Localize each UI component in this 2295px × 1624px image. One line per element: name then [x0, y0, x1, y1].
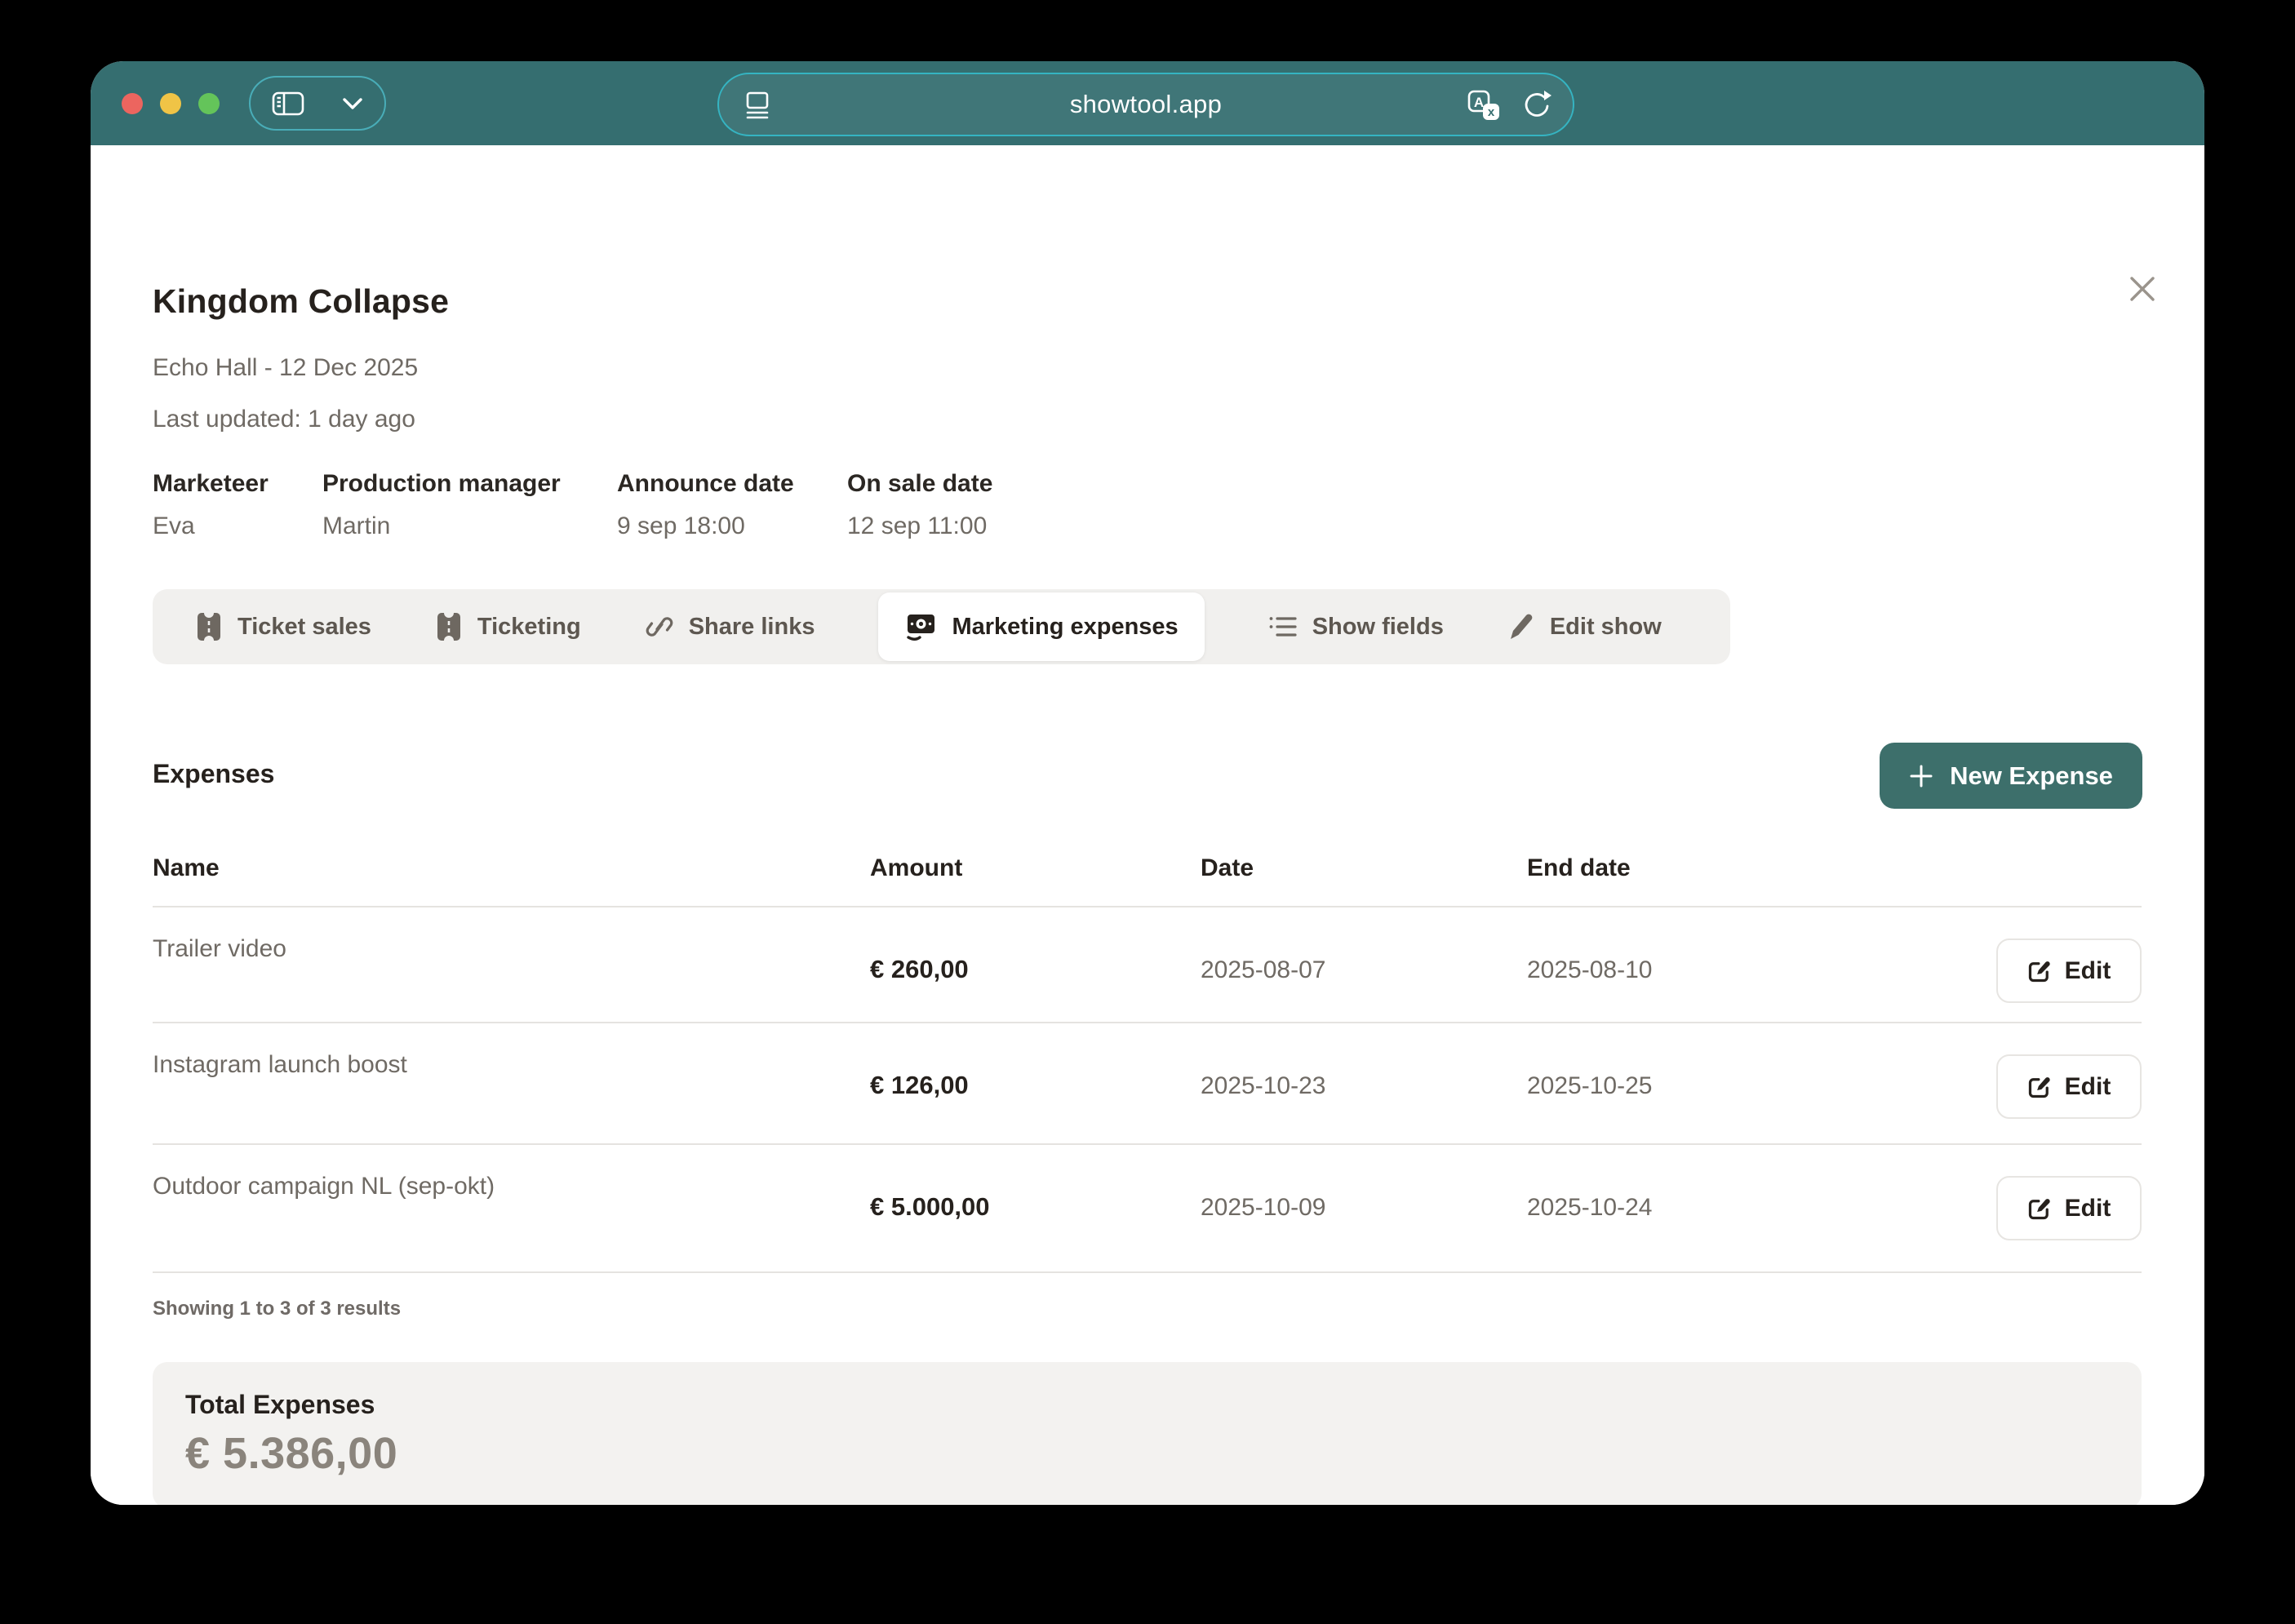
expense-end-date: 2025-08-10	[1527, 956, 1652, 984]
address-url[interactable]: showtool.app	[1070, 90, 1222, 119]
divider	[153, 1271, 2142, 1273]
show-info-fields: Marketeer Eva Production manager Martin …	[153, 470, 992, 540]
expense-end-date: 2025-10-24	[1527, 1194, 1652, 1222]
expense-end-date: 2025-10-25	[1527, 1072, 1652, 1100]
edit-label: Edit	[2065, 1073, 2111, 1101]
info-label: Production manager	[322, 470, 617, 498]
pencil-icon	[1507, 612, 1535, 641]
edit-icon	[2027, 959, 2052, 983]
info-value: Martin	[322, 512, 617, 540]
plus-icon	[1909, 764, 1933, 788]
edit-expense-button[interactable]: Edit	[1996, 938, 2142, 1003]
tab-ticket-sales[interactable]: Ticket sales	[195, 611, 371, 642]
info-label: Announce date	[617, 470, 847, 498]
browser-window: showtool.app A x	[91, 61, 2204, 1505]
expense-amount: € 126,00	[870, 1071, 969, 1100]
table-row: Trailer video € 260,00 2025-08-07 2025-0…	[153, 906, 2142, 1022]
column-header-amount: Amount	[870, 854, 962, 882]
edit-expense-button[interactable]: Edit	[1996, 1176, 2142, 1240]
zoom-window-button[interactable]	[198, 93, 220, 114]
total-expenses-value: € 5.386,00	[185, 1428, 2109, 1479]
total-expenses-label: Total Expenses	[185, 1390, 2109, 1420]
expense-name: Instagram launch boost	[153, 1051, 407, 1079]
browser-titlebar: showtool.app A x	[91, 61, 2204, 145]
close-window-button[interactable]	[122, 93, 143, 114]
reload-icon[interactable]	[1520, 89, 1553, 123]
info-field: On sale date 12 sep 11:00	[847, 470, 992, 540]
chevron-down-icon[interactable]	[342, 97, 363, 110]
tab-label: Ticketing	[477, 614, 581, 641]
address-bar[interactable]: showtool.app A x	[717, 73, 1574, 136]
expense-date: 2025-10-23	[1201, 1072, 1325, 1100]
show-subtitle: Echo Hall - 12 Dec 2025	[153, 354, 418, 382]
edit-icon	[2027, 1196, 2052, 1221]
expense-amount: € 5.000,00	[870, 1192, 990, 1222]
edit-label: Edit	[2065, 957, 2111, 985]
edit-icon	[2027, 1075, 2052, 1099]
column-header-end-date: End date	[1527, 854, 1631, 882]
show-detail-modal: Kingdom Collapse Echo Hall - 12 Dec 2025…	[91, 145, 2204, 1505]
tab-ticketing[interactable]: Ticketing	[435, 611, 581, 642]
info-value: Eva	[153, 512, 322, 540]
tab-edit-show[interactable]: Edit show	[1507, 612, 1662, 641]
tab-label: Ticket sales	[237, 614, 371, 641]
new-expense-button[interactable]: New Expense	[1880, 743, 2142, 809]
tab-label: Edit show	[1550, 614, 1662, 641]
column-header-name: Name	[153, 854, 220, 882]
tab-show-fields[interactable]: Show fields	[1268, 613, 1444, 641]
minimize-window-button[interactable]	[160, 93, 181, 114]
show-title: Kingdom Collapse	[153, 282, 449, 321]
expense-date: 2025-10-09	[1201, 1194, 1325, 1222]
info-label: On sale date	[847, 470, 992, 498]
translate-icon[interactable]: A x	[1467, 89, 1503, 123]
page-icon[interactable]	[742, 90, 773, 122]
table-row: Outdoor campaign NL (sep-okt) € 5.000,00…	[153, 1143, 2142, 1271]
info-value: 9 sep 18:00	[617, 512, 847, 540]
link-icon	[645, 612, 674, 641]
banknote-icon	[904, 611, 937, 642]
tab-label: Share links	[689, 614, 815, 641]
info-value: 12 sep 11:00	[847, 512, 992, 540]
sidebar-toggle-icon[interactable]	[272, 91, 304, 117]
tab-label: Marketing expenses	[952, 614, 1178, 641]
info-field: Marketeer Eva	[153, 470, 322, 540]
table-row: Instagram launch boost € 126,00 2025-10-…	[153, 1022, 2142, 1143]
expense-name: Trailer video	[153, 935, 286, 963]
modal-close-icon[interactable]	[2120, 266, 2165, 312]
results-count: Showing 1 to 3 of 3 results	[153, 1298, 401, 1320]
edit-expense-button[interactable]: Edit	[1996, 1054, 2142, 1119]
tab-label: Show fields	[1312, 614, 1444, 641]
svg-text:x: x	[1488, 105, 1495, 119]
svg-text:A: A	[1474, 95, 1484, 110]
new-expense-label: New Expense	[1950, 761, 2113, 791]
expense-amount: € 260,00	[870, 955, 969, 984]
ticket-icon	[435, 611, 463, 642]
expenses-heading: Expenses	[153, 759, 274, 789]
expense-date: 2025-08-07	[1201, 956, 1325, 984]
total-expenses-panel: Total Expenses € 5.386,00	[153, 1362, 2142, 1505]
info-label: Marketeer	[153, 470, 322, 498]
ticket-icon	[195, 611, 223, 642]
info-field: Production manager Martin	[322, 470, 617, 540]
info-field: Announce date 9 sep 18:00	[617, 470, 847, 540]
sidebar-toggle-group[interactable]	[249, 76, 386, 131]
tab-share-links[interactable]: Share links	[645, 612, 815, 641]
show-tabs: Ticket sales Ticketing	[153, 589, 1730, 664]
last-updated: Last updated: 1 day ago	[153, 406, 415, 433]
column-header-date: Date	[1201, 854, 1254, 882]
list-icon	[1268, 613, 1298, 641]
tab-marketing-expenses[interactable]: Marketing expenses	[878, 592, 1204, 661]
expense-name: Outdoor campaign NL (sep-okt)	[153, 1173, 495, 1200]
edit-label: Edit	[2065, 1195, 2111, 1222]
